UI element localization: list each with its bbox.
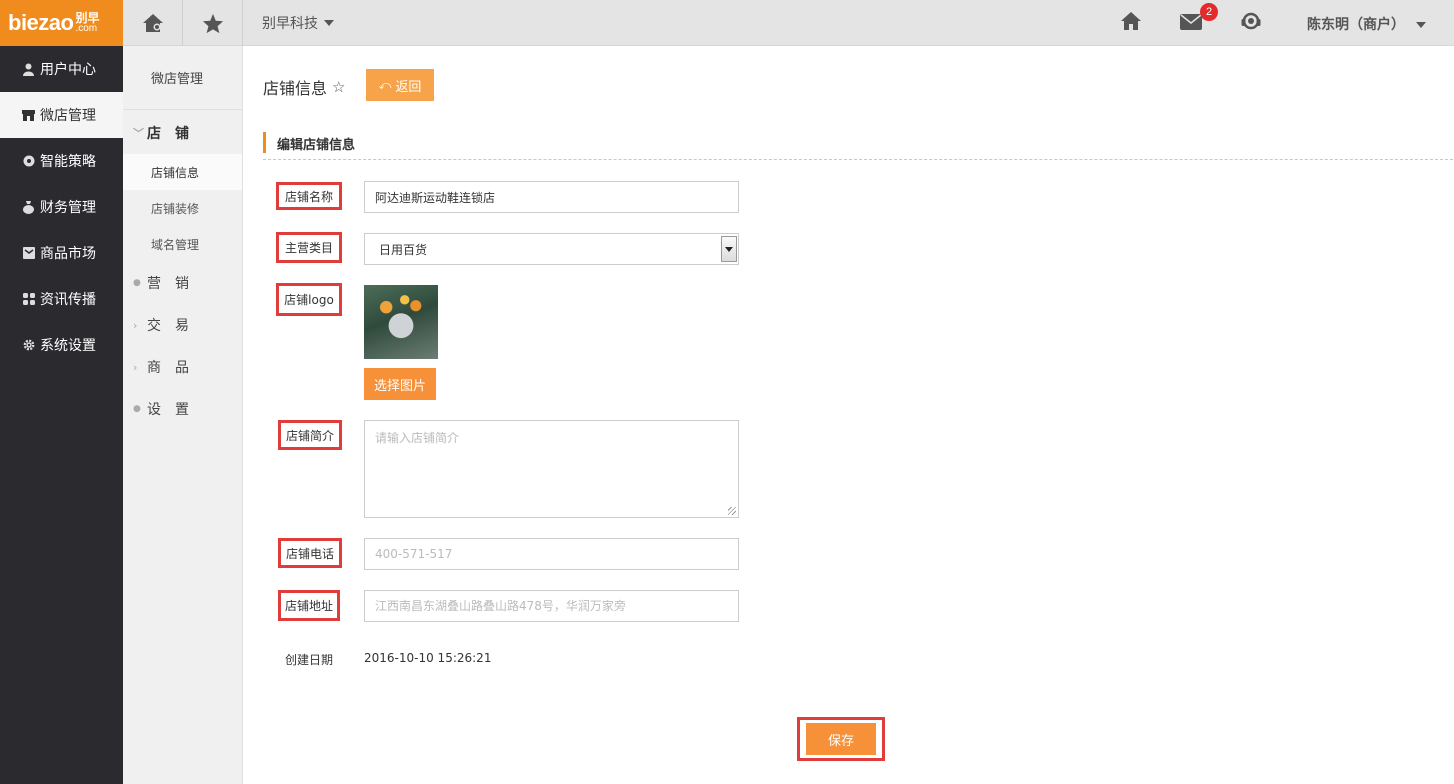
save-highlight: 保存 <box>797 717 885 761</box>
back-button-label: 返回 <box>395 78 422 94</box>
subnav-group-label: 商 品 <box>147 360 189 376</box>
subnav-group-settings[interactable]: ● 设 置 <box>123 388 242 430</box>
home-icon <box>1121 12 1141 30</box>
save-button[interactable]: 保存 <box>806 723 876 755</box>
mail-button[interactable] <box>1180 14 1202 34</box>
chevron-down-icon <box>324 20 334 26</box>
top-bar: biezao 别早 .com 别早科技 2 陈东明（商户） <box>0 0 1454 46</box>
sidebar-item-label: 资讯传播 <box>40 292 96 308</box>
sidebar-item-user-center[interactable]: 用户中心 <box>0 46 123 92</box>
shop-name-label: 店铺名称 <box>276 182 342 210</box>
subnav-group-trade[interactable]: › 交 易 <box>123 304 242 346</box>
subnav-group-goods[interactable]: › 商 品 <box>123 346 242 388</box>
shop-logo-label: 店铺logo <box>276 283 342 316</box>
shop-name-input[interactable] <box>364 181 739 213</box>
company-name: 别早科技 <box>262 16 318 32</box>
back-button[interactable]: ⤺ 返回 <box>366 69 434 101</box>
subnav-group-label: 营 销 <box>147 276 189 292</box>
created-date-label: 创建日期 <box>285 653 334 667</box>
sidebar-item-shop-management[interactable]: 微店管理 <box>0 92 123 138</box>
home-settings-icon <box>142 14 163 32</box>
strategy-icon <box>22 155 35 168</box>
headset-icon <box>1241 12 1261 30</box>
page-title-text: 店铺信息 <box>263 79 328 98</box>
dot-icon: ● <box>133 404 141 414</box>
mail-badge: 2 <box>1200 3 1218 21</box>
sidebar-item-label: 用户中心 <box>40 62 96 78</box>
sidebar-item-finance[interactable]: 财务管理 <box>0 184 123 230</box>
sidebar-item-settings[interactable]: 系统设置 <box>0 322 123 368</box>
user-menu[interactable]: 陈东明（商户） <box>1307 14 1426 34</box>
subnav-item-shop-info[interactable]: 店铺信息 <box>123 154 242 190</box>
section-title-text: 编辑店铺信息 <box>277 138 356 153</box>
subnav-group-label: 店 铺 <box>147 126 189 142</box>
page-title: 店铺信息 ☆ <box>263 75 345 99</box>
shop-phone-label: 店铺电话 <box>278 538 342 568</box>
sidebar-item-news[interactable]: 资讯传播 <box>0 276 123 322</box>
subnav-group-shop[interactable]: ﹀ 店 铺 <box>123 112 242 154</box>
chevron-right-icon: › <box>133 318 138 332</box>
sidebar-item-label: 系统设置 <box>40 338 96 354</box>
logo-text: biezao <box>8 10 74 35</box>
sidebar-item-smart-strategy[interactable]: 智能策略 <box>0 138 123 184</box>
shop-intro-label: 店铺简介 <box>278 420 342 450</box>
shop-address-input[interactable] <box>364 590 739 622</box>
category-label: 主营类目 <box>276 232 342 263</box>
subnav-item-shop-decoration[interactable]: 店铺装修 <box>123 190 242 226</box>
select-arrow-icon <box>721 236 737 262</box>
home-shortcut-button[interactable] <box>123 0 183 46</box>
sidebar-item-market[interactable]: 商品市场 <box>0 230 123 276</box>
shop-phone-input[interactable] <box>364 538 739 570</box>
shop-logo-image <box>364 285 438 359</box>
user-name: 陈东明（商户） <box>1307 17 1405 33</box>
star-icon <box>202 13 223 33</box>
chevron-down-icon <box>1415 22 1426 28</box>
category-select[interactable]: 日用百货 <box>364 233 739 265</box>
sidebar-item-label: 商品市场 <box>40 246 96 262</box>
shop-address-label: 店铺地址 <box>278 590 340 621</box>
chevron-right-icon: › <box>133 360 138 374</box>
back-arrow-icon: ⤺ <box>378 77 392 92</box>
star-outline-icon[interactable]: ☆ <box>332 78 345 96</box>
logo-com: .com <box>75 23 98 34</box>
main-sidebar: 用户中心 微店管理 智能策略 财务管理 商品市场 资讯传播 系统设置 <box>0 46 123 784</box>
sidebar-item-label: 微店管理 <box>40 108 96 124</box>
resize-handle-icon[interactable] <box>728 507 736 515</box>
shop-icon <box>22 109 35 122</box>
choose-image-button[interactable]: 选择图片 <box>364 368 436 400</box>
subnav-group-marketing[interactable]: ● 营 销 <box>123 262 242 304</box>
subnav-group-label: 设 置 <box>147 402 189 418</box>
user-icon <box>22 63 35 76</box>
main-content: 店铺信息 ☆ ⤺ 返回 编辑店铺信息 店铺名称 主营类目 日用百货 店铺logo… <box>243 46 1454 784</box>
home-button[interactable] <box>1120 11 1142 35</box>
support-button[interactable] <box>1240 10 1262 36</box>
subnav-item-domain-management[interactable]: 域名管理 <box>123 226 242 262</box>
chevron-down-icon: ﹀ <box>133 127 144 140</box>
sub-sidebar: 微店管理 ﹀ 店 铺 店铺信息 店铺装修 域名管理 ● 营 销 › 交 易 › … <box>123 46 243 784</box>
gear-icon <box>22 339 35 352</box>
sidebar-item-label: 智能策略 <box>40 154 96 170</box>
subnav-group-label: 交 易 <box>147 318 189 334</box>
sidebar-item-label: 财务管理 <box>40 200 96 216</box>
category-selected-value: 日用百货 <box>379 242 428 257</box>
section-title: 编辑店铺信息 <box>263 132 1453 160</box>
brand-logo[interactable]: biezao 别早 .com <box>0 0 123 46</box>
company-dropdown[interactable]: 别早科技 <box>243 0 353 46</box>
dot-icon: ● <box>133 278 141 288</box>
mail-icon <box>1180 14 1202 30</box>
grid-icon <box>22 293 35 306</box>
subnav-title: 微店管理 <box>123 46 242 110</box>
created-date-value: 2016-10-10 15:26:21 <box>364 651 492 665</box>
favorites-button[interactable] <box>183 0 243 46</box>
shop-intro-textarea[interactable] <box>364 420 739 518</box>
money-bag-icon <box>22 200 35 214</box>
market-icon <box>22 247 35 260</box>
